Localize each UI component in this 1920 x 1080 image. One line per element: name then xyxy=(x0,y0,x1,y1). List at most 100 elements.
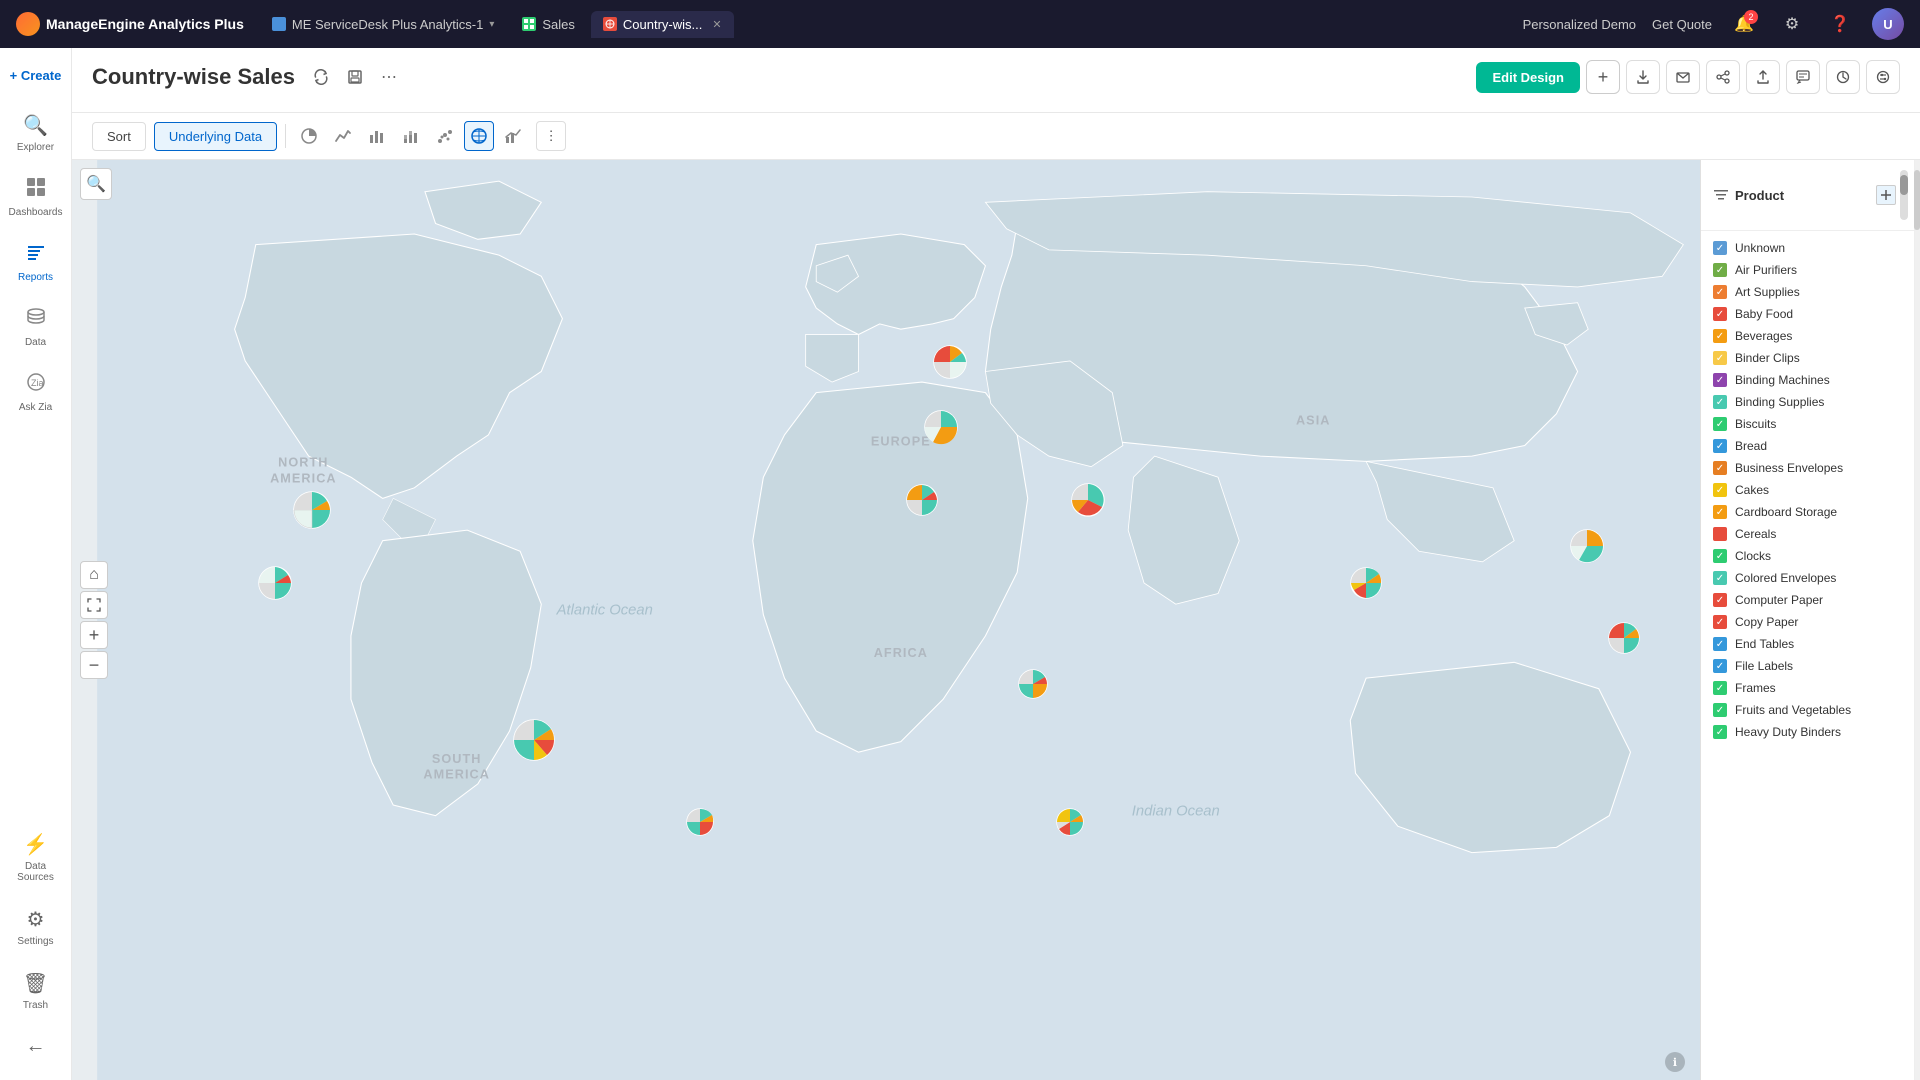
user-avatar[interactable]: U xyxy=(1872,8,1904,40)
legend-scrollbar[interactable] xyxy=(1900,170,1908,220)
legend-item-colored-envelopes[interactable]: ✓ Colored Envelopes xyxy=(1701,567,1920,589)
fruits-vegetables-checkbox[interactable]: ✓ xyxy=(1713,703,1727,717)
scatter-btn[interactable] xyxy=(430,121,460,151)
legend-item-clocks[interactable]: ✓ Clocks xyxy=(1701,545,1920,567)
countrywise-tab-close[interactable]: ✕ xyxy=(712,18,721,31)
legend-item-business-envelopes[interactable]: ✓ Business Envelopes xyxy=(1701,457,1920,479)
legend-item-unknown[interactable]: ✓ Unknown xyxy=(1701,237,1920,259)
pie-marker-east-asia[interactable] xyxy=(1569,528,1605,564)
biscuits-checkbox[interactable]: ✓ xyxy=(1713,417,1727,431)
bread-checkbox[interactable]: ✓ xyxy=(1713,439,1727,453)
cereals-checkbox[interactable] xyxy=(1713,527,1727,541)
pie-marker-north-america-2[interactable] xyxy=(257,565,293,601)
cakes-checkbox[interactable]: ✓ xyxy=(1713,483,1727,497)
sidebar-item-reports[interactable]: Reports xyxy=(4,232,68,293)
sidebar-item-data-sources[interactable]: ⚡ Data Sources xyxy=(4,822,68,893)
legend-item-copy-paper[interactable]: ✓ Copy Paper xyxy=(1701,611,1920,633)
frames-checkbox[interactable]: ✓ xyxy=(1713,681,1727,695)
nav-tab-countrywise[interactable]: Country-wis... ✕ xyxy=(591,11,734,38)
air-purifiers-checkbox[interactable]: ✓ xyxy=(1713,263,1727,277)
legend-item-beverages[interactable]: ✓ Beverages xyxy=(1701,325,1920,347)
legend-item-binding-machines[interactable]: ✓ Binding Machines xyxy=(1701,369,1920,391)
map-fullscreen-btn[interactable] xyxy=(80,591,108,619)
legend-expand-btn[interactable] xyxy=(1876,185,1896,205)
art-supplies-checkbox[interactable]: ✓ xyxy=(1713,285,1727,299)
binding-supplies-checkbox[interactable]: ✓ xyxy=(1713,395,1727,409)
clocks-checkbox[interactable]: ✓ xyxy=(1713,549,1727,563)
notifications-btn[interactable]: 🔔 2 xyxy=(1728,8,1760,40)
help-btn[interactable]: ❓ xyxy=(1824,8,1856,40)
underlying-data-btn[interactable]: Underlying Data xyxy=(154,122,277,151)
more-options-toolbar-btn[interactable]: ⋮ xyxy=(536,121,566,151)
nav-tab-sales[interactable]: Sales xyxy=(510,11,587,38)
more-chart-types-btn[interactable] xyxy=(498,121,528,151)
business-envelopes-checkbox[interactable]: ✓ xyxy=(1713,461,1727,475)
legend-item-biscuits[interactable]: ✓ Biscuits xyxy=(1701,413,1920,435)
legend-item-cardboard-storage[interactable]: ✓ Cardboard Storage xyxy=(1701,501,1920,523)
legend-scrollbar-track[interactable] xyxy=(1914,160,1920,1080)
edit-design-button[interactable]: Edit Design xyxy=(1476,62,1580,93)
email-btn[interactable] xyxy=(1666,60,1700,94)
more-options-btn[interactable]: ⋯ xyxy=(375,63,403,91)
chart-settings-btn[interactable] xyxy=(1866,60,1900,94)
legend-item-art-supplies[interactable]: ✓ Art Supplies xyxy=(1701,281,1920,303)
stacked-bar-btn[interactable] xyxy=(396,121,426,151)
publish-btn[interactable] xyxy=(1746,60,1780,94)
sidebar-item-settings[interactable]: ⚙ Settings xyxy=(4,897,68,957)
end-tables-checkbox[interactable]: ✓ xyxy=(1713,637,1727,651)
cardboard-storage-checkbox[interactable]: ✓ xyxy=(1713,505,1727,519)
pie-marker-europe-2[interactable] xyxy=(923,409,959,445)
pie-marker-north-america-1[interactable] xyxy=(292,490,332,530)
line-chart-btn[interactable] xyxy=(328,121,358,151)
schedule-btn[interactable] xyxy=(1826,60,1860,94)
bar-chart-btn[interactable] xyxy=(362,121,392,151)
binding-machines-checkbox[interactable]: ✓ xyxy=(1713,373,1727,387)
sidebar-item-data[interactable]: Data xyxy=(4,297,68,358)
pie-marker-europe-3[interactable] xyxy=(905,483,939,517)
pie-marker-south-america-2[interactable] xyxy=(685,807,715,837)
map-chart-btn[interactable] xyxy=(464,121,494,151)
refresh-btn[interactable] xyxy=(307,63,335,91)
file-labels-checkbox[interactable]: ✓ xyxy=(1713,659,1727,673)
legend-item-computer-paper[interactable]: ✓ Computer Paper xyxy=(1701,589,1920,611)
binder-clips-checkbox[interactable]: ✓ xyxy=(1713,351,1727,365)
save-btn[interactable] xyxy=(341,63,369,91)
get-quote-btn[interactable]: Get Quote xyxy=(1652,17,1712,32)
pie-marker-east-africa[interactable] xyxy=(1017,668,1049,700)
unknown-checkbox[interactable]: ✓ xyxy=(1713,241,1727,255)
comment-btn[interactable] xyxy=(1786,60,1820,94)
computer-paper-checkbox[interactable]: ✓ xyxy=(1713,593,1727,607)
legend-item-air-purifiers[interactable]: ✓ Air Purifiers xyxy=(1701,259,1920,281)
share-btn[interactable] xyxy=(1706,60,1740,94)
legend-item-heavy-duty-binders[interactable]: ✓ Heavy Duty Binders xyxy=(1701,721,1920,743)
legend-item-binding-supplies[interactable]: ✓ Binding Supplies xyxy=(1701,391,1920,413)
legend-item-cereals[interactable]: Cereals xyxy=(1701,523,1920,545)
legend-item-end-tables[interactable]: ✓ End Tables xyxy=(1701,633,1920,655)
heavy-duty-binders-checkbox[interactable]: ✓ xyxy=(1713,725,1727,739)
legend-item-file-labels[interactable]: ✓ File Labels xyxy=(1701,655,1920,677)
pie-marker-south-africa[interactable] xyxy=(1055,807,1085,837)
map-search-btn[interactable]: 🔍 xyxy=(80,168,112,200)
pie-marker-south-america[interactable] xyxy=(512,718,556,762)
map-zoom-in-btn[interactable]: + xyxy=(80,621,108,649)
pie-chart-btn[interactable] xyxy=(294,121,324,151)
pie-marker-europe-1[interactable] xyxy=(932,344,968,380)
map-info-btn[interactable]: ℹ xyxy=(1665,1052,1685,1072)
sidebar-item-back[interactable]: ← xyxy=(4,1025,68,1068)
legend-item-binder-clips[interactable]: ✓ Binder Clips xyxy=(1701,347,1920,369)
sidebar-item-dashboards[interactable]: Dashboards xyxy=(4,167,68,228)
settings-nav-btn[interactable]: ⚙ xyxy=(1776,8,1808,40)
personalized-demo-btn[interactable]: Personalized Demo xyxy=(1523,17,1636,32)
map-home-btn[interactable]: ⌂ xyxy=(80,561,108,589)
legend-scroll-area[interactable]: ✓ Unknown ✓ Air Purifiers ✓ Art Supplies… xyxy=(1701,231,1920,1080)
legend-item-bread[interactable]: ✓ Bread xyxy=(1701,435,1920,457)
sidebar-item-explorer[interactable]: 🔍 Explorer xyxy=(4,103,68,163)
legend-item-baby-food[interactable]: ✓ Baby Food xyxy=(1701,303,1920,325)
legend-item-frames[interactable]: ✓ Frames xyxy=(1701,677,1920,699)
map-zoom-out-btn[interactable]: − xyxy=(80,651,108,679)
sidebar-item-ask-zia[interactable]: Zia Ask Zia xyxy=(4,362,68,423)
copy-paper-checkbox[interactable]: ✓ xyxy=(1713,615,1727,629)
nav-tab-servicedesk[interactable]: ME ServiceDesk Plus Analytics-1 ▾ xyxy=(260,11,506,38)
pie-marker-middle-east[interactable] xyxy=(1070,482,1106,518)
sort-btn[interactable]: Sort xyxy=(92,122,146,151)
